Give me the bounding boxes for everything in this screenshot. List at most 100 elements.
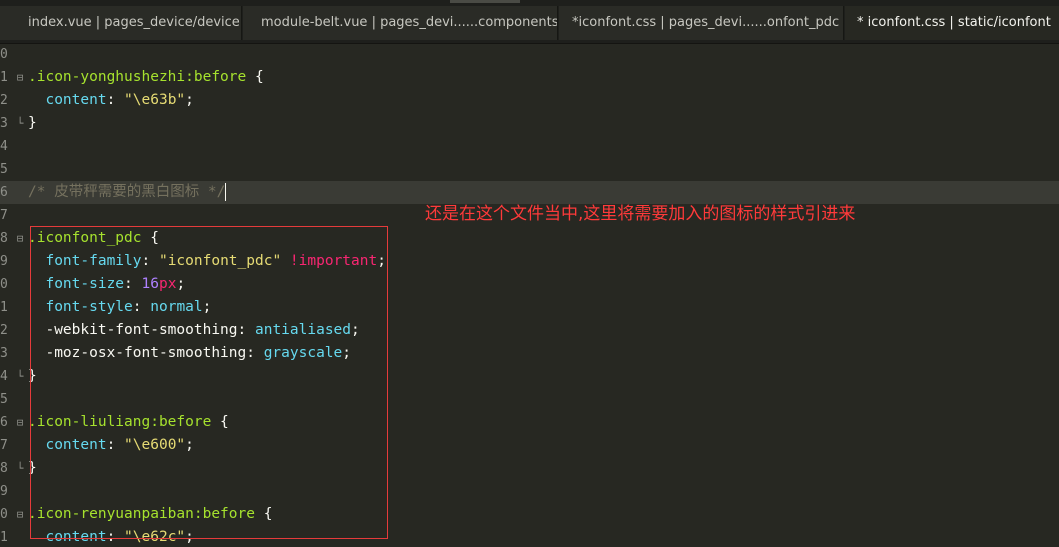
token: font-family (45, 253, 142, 269)
tab-index-vue[interactable]: index.vue | pages_device/device (0, 6, 242, 40)
code-editor[interactable]: 还是在这个文件当中,这里将需要加入的图标的样式引进来 0 1 ⊟ .icon-yong… (0, 44, 1059, 547)
tab-scrollbar[interactable] (450, 0, 520, 3)
code-line[interactable]: 6 ⊟ .icon-liuliang:before { (0, 411, 1059, 434)
line-number: 0 (0, 507, 8, 522)
fold-guide-icon (14, 158, 26, 181)
tab-label: * iconfont.css | static/iconfont (857, 15, 1051, 30)
line-number: 9 (0, 254, 8, 269)
code-line[interactable]: 0 ⊟ .icon-renyuanpaiban:before { (0, 503, 1059, 526)
code-text: -moz-osx-font-smoothing: grayscale; (28, 342, 351, 365)
line-number: 9 (0, 484, 8, 499)
token: antialiased (254, 322, 352, 338)
code-text: .iconfont_pdc { (28, 227, 159, 250)
token: "\e600" (124, 437, 186, 453)
fold-guide-icon (14, 181, 26, 204)
code-text: content: "\e63b"; (28, 89, 194, 112)
tab-bar: index.vue | pages_device/device module-b… (0, 0, 1059, 44)
token: !important (289, 253, 378, 269)
code-line[interactable]: 1 ⊟ .icon-yonghushezhi:before { (0, 66, 1059, 89)
token: ; (202, 299, 212, 315)
code-line[interactable]: 3 └} (0, 112, 1059, 135)
fold-guide-icon (14, 296, 26, 319)
tab-iconfont-css-static-active[interactable]: * iconfont.css | static/iconfont (845, 6, 1059, 40)
fold-guide-icon (14, 135, 26, 158)
token: } (28, 460, 37, 476)
fold-guide-icon (14, 89, 26, 112)
token: 16 (141, 276, 159, 292)
code-line[interactable]: 4 (0, 135, 1059, 158)
tab-label: module-belt.vue | pages_devi......compon… (261, 15, 558, 30)
line-number: 3 (0, 346, 8, 361)
token: : (141, 253, 159, 269)
fold-guide-icon (14, 342, 26, 365)
code-line[interactable]: 5 (0, 158, 1059, 181)
tab-module-belt-vue[interactable]: module-belt.vue | pages_devi......compon… (243, 6, 558, 40)
token: : (106, 437, 125, 453)
code-line[interactable]: 9 (0, 480, 1059, 503)
code-line[interactable]: 3 -moz-osx-font-smoothing: grayscale; (0, 342, 1059, 365)
code-text: -webkit-font-smoothing: antialiased; (28, 319, 359, 342)
tab-label: *iconfont.css | pages_devi......onfont_p… (572, 15, 840, 30)
line-number: 1 (0, 70, 8, 85)
code-text: .icon-liuliang:before { (28, 411, 229, 434)
fold-guide-icon (14, 388, 26, 411)
line-number: 2 (0, 93, 8, 108)
line-number: 7 (0, 438, 8, 453)
code-line[interactable]: 1 font-style: normal; (0, 296, 1059, 319)
code-line[interactable]: 7 (0, 204, 1059, 227)
code-text: font-size: 16px; (28, 273, 185, 296)
token: : (132, 299, 151, 315)
code-line[interactable]: 8 └} (0, 457, 1059, 480)
code-text: } (28, 457, 37, 480)
token: "iconfont_pdc" (158, 253, 282, 269)
line-number: 3 (0, 116, 8, 131)
line-number: 1 (0, 300, 8, 315)
tab-iconfont-css-pdc[interactable]: *iconfont.css | pages_devi......onfont_p… (559, 6, 844, 40)
token: } (28, 115, 37, 131)
line-number: 5 (0, 392, 8, 407)
fold-guide-icon (14, 434, 26, 457)
code-line[interactable]: 1 content: "\e62c"; (0, 526, 1059, 547)
code-text: font-style: normal; (28, 296, 211, 319)
fold-toggle-icon[interactable]: ⊟ (14, 227, 26, 250)
token: { (211, 414, 229, 430)
token: ; (185, 92, 194, 108)
token: grayscale (263, 345, 343, 361)
token: : (106, 92, 125, 108)
token: { (246, 69, 264, 85)
code-line[interactable]: 7 content: "\e600"; (0, 434, 1059, 457)
code-line[interactable]: 9 font-family: "iconfont_pdc" !important… (0, 250, 1059, 273)
token: ; (377, 253, 386, 269)
code-line[interactable]: 2 content: "\e63b"; (0, 89, 1059, 112)
line-number: 8 (0, 461, 8, 476)
token: ; (185, 437, 194, 453)
token: .icon-renyuanpaiban:before (28, 506, 255, 522)
line-number: 6 (0, 415, 8, 430)
token: ; (185, 529, 194, 545)
token: -moz-osx-font-smoothing: (28, 345, 264, 361)
code-line[interactable]: 4 └} (0, 365, 1059, 388)
code-line[interactable]: 0 font-size: 16px; (0, 273, 1059, 296)
code-line[interactable]: 2 -webkit-font-smoothing: antialiased; (0, 319, 1059, 342)
token: { (254, 506, 273, 522)
line-number: 4 (0, 369, 8, 384)
token: } (28, 368, 37, 384)
token: px (158, 276, 177, 292)
fold-guide-icon: └ (16, 370, 24, 383)
code-line[interactable]: 8 ⊟ .iconfont_pdc { (0, 227, 1059, 250)
code-line[interactable]: 0 (0, 44, 1059, 66)
fold-toggle-icon[interactable]: ⊟ (14, 503, 26, 526)
fold-toggle-icon[interactable]: ⊟ (14, 66, 26, 89)
code-line[interactable]: 6 /* 皮带秤需要的黑白图标 */ (0, 181, 1059, 204)
tab-label: index.vue | pages_device/device (28, 15, 240, 30)
fold-guide-icon: └ (16, 462, 24, 475)
line-number: 7 (0, 208, 8, 223)
fold-toggle-icon[interactable]: ⊟ (14, 411, 26, 434)
code-line[interactable]: 5 (0, 388, 1059, 411)
line-number: 0 (0, 277, 8, 292)
code-text: /* 皮带秤需要的黑白图标 */ (28, 181, 227, 204)
